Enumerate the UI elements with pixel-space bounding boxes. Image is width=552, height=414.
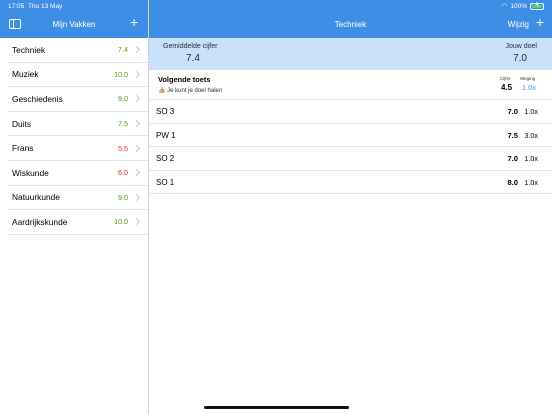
test-name: PW 1	[156, 130, 176, 140]
edit-button[interactable]: Wijzig	[508, 20, 529, 29]
next-test-hint-text: Je kunt je doel halen	[167, 88, 223, 94]
subject-name: Geschiedenis	[12, 93, 63, 104]
subject-grade: 10.0	[114, 217, 128, 227]
test-name: SO 2	[156, 154, 175, 163]
subject-name: Wiskunde	[12, 167, 49, 178]
add-subject-button[interactable]: +	[130, 14, 138, 30]
battery-icon: ϟ	[530, 1, 544, 10]
goal-value[interactable]: 7.0	[513, 53, 527, 64]
next-test-title: Volgende toets	[158, 75, 211, 84]
chevron-right-icon	[132, 193, 141, 201]
subject-name: Techniek	[12, 44, 46, 55]
test-weight: 1.0x	[524, 154, 538, 163]
wifi-icon: ◠	[501, 3, 508, 10]
test-grade: 8.0	[507, 177, 518, 187]
chevron-right-icon	[132, 169, 141, 177]
required-grade-label: Cijfer	[500, 76, 511, 81]
charging-bolt-icon: ϟ	[535, 1, 539, 9]
chevron-right-icon	[132, 144, 141, 152]
chevron-right-icon	[132, 46, 141, 54]
chevron-right-icon	[132, 95, 141, 103]
subject-grade: 6.0	[118, 168, 128, 178]
chevron-right-icon	[132, 70, 141, 78]
next-test-hint: 👍🏼 Je kunt je doel halen	[158, 87, 222, 94]
subject-row[interactable]: Geschiedenis 9.0	[8, 87, 148, 112]
subject-row[interactable]: Wiskunde 6.0	[8, 161, 148, 186]
thumbs-up-icon: 👍🏼	[158, 88, 166, 94]
subject-row[interactable]: Frans 5.5	[8, 136, 148, 161]
status-indicators: ◠ 100% ϟ	[501, 2, 544, 10]
subject-row[interactable]: Duits 7.5	[8, 112, 148, 137]
subject-name: Muziek	[12, 69, 39, 80]
chevron-right-icon	[132, 218, 141, 226]
test-weight: 1.0x	[524, 107, 538, 116]
test-grade: 7.0	[507, 154, 518, 163]
navigation-bar: 17:05 Thu 13 May ◠ 100% ϟ Mijn Vakken + …	[0, 0, 552, 38]
weight-value[interactable]: 1.0x	[522, 83, 536, 92]
chevron-right-icon	[132, 120, 141, 128]
subject-name: Frans	[12, 143, 34, 154]
test-grade: 7.0	[507, 107, 518, 116]
average-label: Gemiddelde cijfer	[163, 43, 218, 50]
test-weight: 3.0x	[524, 130, 538, 140]
subject-row[interactable]: Aardrijkskunde 10.0	[8, 210, 148, 235]
subject-name: Aardrijkskunde	[12, 216, 68, 227]
grade-summary: Gemiddelde cijfer 7.4 Jouw doel 7.0	[149, 38, 552, 70]
average-value: 7.4	[186, 53, 200, 64]
test-row[interactable]: SO 1 8.0 1.0x	[149, 171, 552, 194]
add-test-button[interactable]: +	[536, 14, 544, 30]
home-indicator[interactable]	[204, 406, 349, 409]
subject-row[interactable]: Natuurkunde 9.0	[8, 186, 148, 211]
subject-name: Natuurkunde	[12, 192, 60, 203]
test-grade: 7.5	[507, 130, 518, 140]
subject-row[interactable]: Muziek 10.0	[8, 63, 148, 88]
weight-label: Weging	[520, 76, 536, 81]
subject-grade: 10.0	[114, 69, 128, 79]
test-row[interactable]: SO 3 7.0 1.0x	[149, 100, 552, 124]
test-row[interactable]: SO 2 7.0 1.0x	[149, 147, 552, 171]
battery-percentage: 100%	[510, 2, 527, 10]
test-name: SO 3	[156, 107, 175, 116]
status-bar: 17:05 Thu 13 May ◠ 100% ϟ	[0, 2, 552, 12]
next-test-card[interactable]: Volgende toets 👍🏼 Je kunt je doel halen …	[149, 70, 552, 100]
status-time: 17:05	[8, 3, 25, 10]
page-title: Techniek	[334, 20, 367, 29]
subject-grade: 7.5	[118, 119, 128, 129]
subject-row[interactable]: Techniek 7.4	[8, 38, 148, 63]
required-grade-value: 4.5	[501, 83, 513, 92]
test-list: SO 3 7.0 1.0x PW 1 7.5 3.0x SO 2 7.0 1.0…	[149, 100, 552, 194]
test-weight: 1.0x	[524, 177, 538, 187]
subject-list: Techniek 7.4 Muziek 10.0 Geschiedenis 9.…	[8, 38, 148, 235]
subject-grade: 9.0	[118, 192, 128, 202]
goal-label: Jouw doel	[505, 43, 537, 50]
subject-grade: 5.5	[118, 143, 128, 153]
subject-grade: 9.0	[118, 94, 128, 104]
status-date: Thu 13 May	[28, 3, 63, 10]
subject-name: Duits	[12, 118, 32, 129]
subject-grade: 7.4	[118, 45, 128, 55]
sidebar-title: Mijn Vakken	[52, 20, 96, 29]
test-row[interactable]: PW 1 7.5 3.0x	[149, 124, 552, 147]
test-name: SO 1	[156, 177, 175, 187]
